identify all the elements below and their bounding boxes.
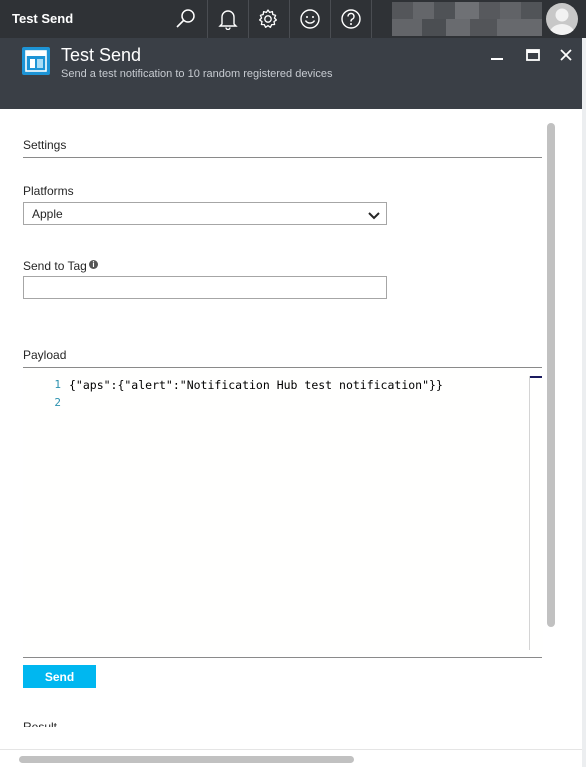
info-icon[interactable]: i bbox=[89, 260, 98, 269]
divider bbox=[371, 0, 372, 38]
result-heading: Result bbox=[23, 720, 58, 727]
blade-subtitle: Send a test notification to 10 random re… bbox=[61, 68, 333, 80]
send-to-tag-label: Send to Tag bbox=[23, 259, 87, 273]
line-number: 1 bbox=[54, 378, 61, 391]
portal-title: Test Send bbox=[12, 11, 74, 26]
platforms-label: Platforms bbox=[23, 184, 74, 198]
chevron-down-icon bbox=[368, 208, 380, 226]
bell-icon[interactable] bbox=[208, 0, 248, 38]
window-edge bbox=[582, 38, 586, 767]
platforms-selected-value: Apple bbox=[32, 207, 63, 221]
divider bbox=[23, 657, 542, 658]
search-icon[interactable] bbox=[166, 0, 206, 38]
send-to-tag-input[interactable] bbox=[23, 276, 387, 299]
payload-heading: Payload bbox=[23, 348, 67, 362]
divider bbox=[23, 367, 542, 368]
vertical-scrollbar-thumb[interactable] bbox=[547, 123, 555, 627]
close-icon[interactable] bbox=[558, 47, 574, 63]
blade-title: Test Send bbox=[61, 45, 142, 65]
minimize-icon[interactable] bbox=[489, 47, 505, 63]
payload-editor[interactable]: 1 2 {"aps":{"alert":"Notification Hub te… bbox=[23, 369, 543, 656]
send-button[interactable]: Send bbox=[23, 665, 96, 688]
smiley-icon[interactable] bbox=[290, 0, 330, 38]
blade-header: Test Send Send a test notification to 10… bbox=[0, 38, 582, 109]
platforms-dropdown[interactable]: Apple bbox=[23, 202, 387, 225]
help-icon[interactable] bbox=[331, 0, 371, 38]
editor-scrollbar[interactable] bbox=[529, 376, 530, 650]
payload-code-line[interactable]: {"aps":{"alert":"Notification Hub test n… bbox=[69, 378, 443, 392]
avatar[interactable] bbox=[546, 3, 578, 35]
horizontal-scrollbar-thumb[interactable] bbox=[19, 756, 354, 763]
top-bar: Test Send bbox=[0, 0, 586, 38]
gear-icon[interactable] bbox=[248, 0, 288, 38]
account-name-redacted[interactable] bbox=[392, 2, 542, 36]
divider bbox=[23, 157, 542, 158]
blade-icon bbox=[22, 47, 50, 75]
settings-heading: Settings bbox=[23, 138, 67, 152]
maximize-icon[interactable] bbox=[525, 47, 541, 63]
editor-overview-marker bbox=[530, 376, 542, 378]
line-number: 2 bbox=[54, 396, 61, 409]
